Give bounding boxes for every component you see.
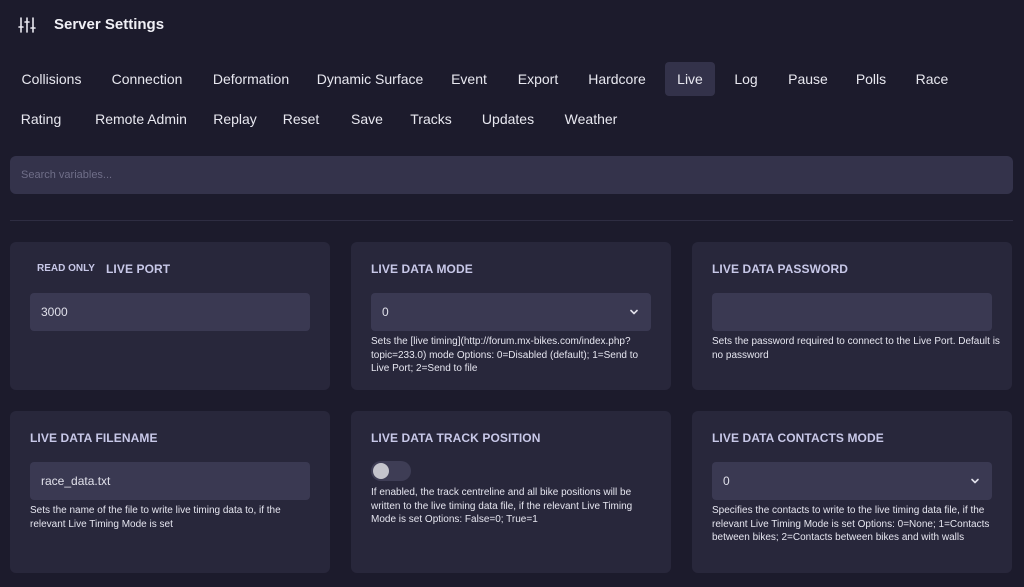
card-live-data-filename: LIVE DATA FILENAME Sets the name of the … (10, 411, 330, 573)
tab-replay[interactable]: Replay (208, 102, 262, 136)
tab-live[interactable]: Live (665, 62, 715, 96)
card-live-data-mode: LIVE DATA MODE 0 Sets the [live timing](… (351, 242, 671, 390)
search-input[interactable] (10, 156, 1013, 194)
tab-rating[interactable]: Rating (13, 102, 69, 136)
live-port-label: LIVE PORT (106, 262, 171, 276)
tab-race[interactable]: Race (908, 62, 956, 96)
live-data-password-label: LIVE DATA PASSWORD (712, 262, 849, 276)
app-header: Server Settings (0, 0, 1024, 52)
tab-export[interactable]: Export (510, 62, 566, 96)
tab-collisions[interactable]: Collisions (13, 62, 90, 96)
live-data-filename-label: LIVE DATA FILENAME (30, 431, 158, 445)
sliders-icon (18, 17, 36, 33)
live-data-contacts-mode-select[interactable]: 0 (712, 462, 992, 500)
tab-save[interactable]: Save (344, 102, 390, 136)
divider (10, 220, 1013, 221)
live-data-filename-input[interactable] (30, 462, 310, 500)
tab-hardcore[interactable]: Hardcore (582, 62, 652, 96)
card-live-data-password: LIVE DATA PASSWORD Sets the password req… (692, 242, 1012, 390)
read-only-badge: READ ONLY (37, 263, 95, 274)
tab-updates[interactable]: Updates (474, 102, 542, 136)
live-port-input[interactable] (30, 293, 310, 331)
live-data-password-input[interactable] (712, 293, 992, 331)
live-data-track-position-label: LIVE DATA TRACK POSITION (371, 431, 541, 445)
live-data-contacts-mode-description: Specifies the contacts to write to the l… (712, 505, 990, 543)
chevron-down-icon (971, 478, 979, 484)
live-data-track-position-description: If enabled, the track centreline and all… (371, 487, 633, 525)
tab-connection[interactable]: Connection (104, 62, 190, 96)
tab-deformation[interactable]: Deformation (206, 62, 296, 96)
toggle-knob (373, 463, 389, 479)
tab-event[interactable]: Event (444, 62, 494, 96)
live-data-contacts-mode-label: LIVE DATA CONTACTS MODE (712, 431, 884, 445)
live-data-mode-select[interactable]: 0 (371, 293, 651, 331)
tab-polls[interactable]: Polls (850, 62, 892, 96)
live-data-mode-label: LIVE DATA MODE (371, 262, 473, 276)
tab-tracks[interactable]: Tracks (406, 102, 456, 136)
card-live-data-track-position: LIVE DATA TRACK POSITION If enabled, the… (351, 411, 671, 573)
tab-weather[interactable]: Weather (556, 102, 626, 136)
tab-remote-admin[interactable]: Remote Admin (86, 102, 196, 136)
chevron-down-icon (630, 309, 638, 315)
live-data-password-description: Sets the password required to connect to… (712, 336, 1000, 361)
live-data-mode-description: Sets the [live timing](http://forum.mx-b… (371, 336, 639, 374)
card-live-data-contacts-mode: LIVE DATA CONTACTS MODE 0 Specifies the … (692, 411, 1012, 573)
live-data-mode-value: 0 (382, 305, 389, 319)
live-data-contacts-mode-value: 0 (723, 474, 730, 488)
page-title: Server Settings (54, 16, 165, 33)
tab-reset[interactable]: Reset (278, 102, 324, 136)
live-data-filename-description: Sets the name of the file to write live … (30, 505, 281, 530)
card-live-port: READ ONLY LIVE PORT (10, 242, 330, 390)
live-data-track-position-toggle[interactable] (371, 461, 411, 481)
tab-pause[interactable]: Pause (780, 62, 836, 96)
tab-dynamic-surface[interactable]: Dynamic Surface (313, 62, 427, 96)
tab-log[interactable]: Log (728, 62, 764, 96)
